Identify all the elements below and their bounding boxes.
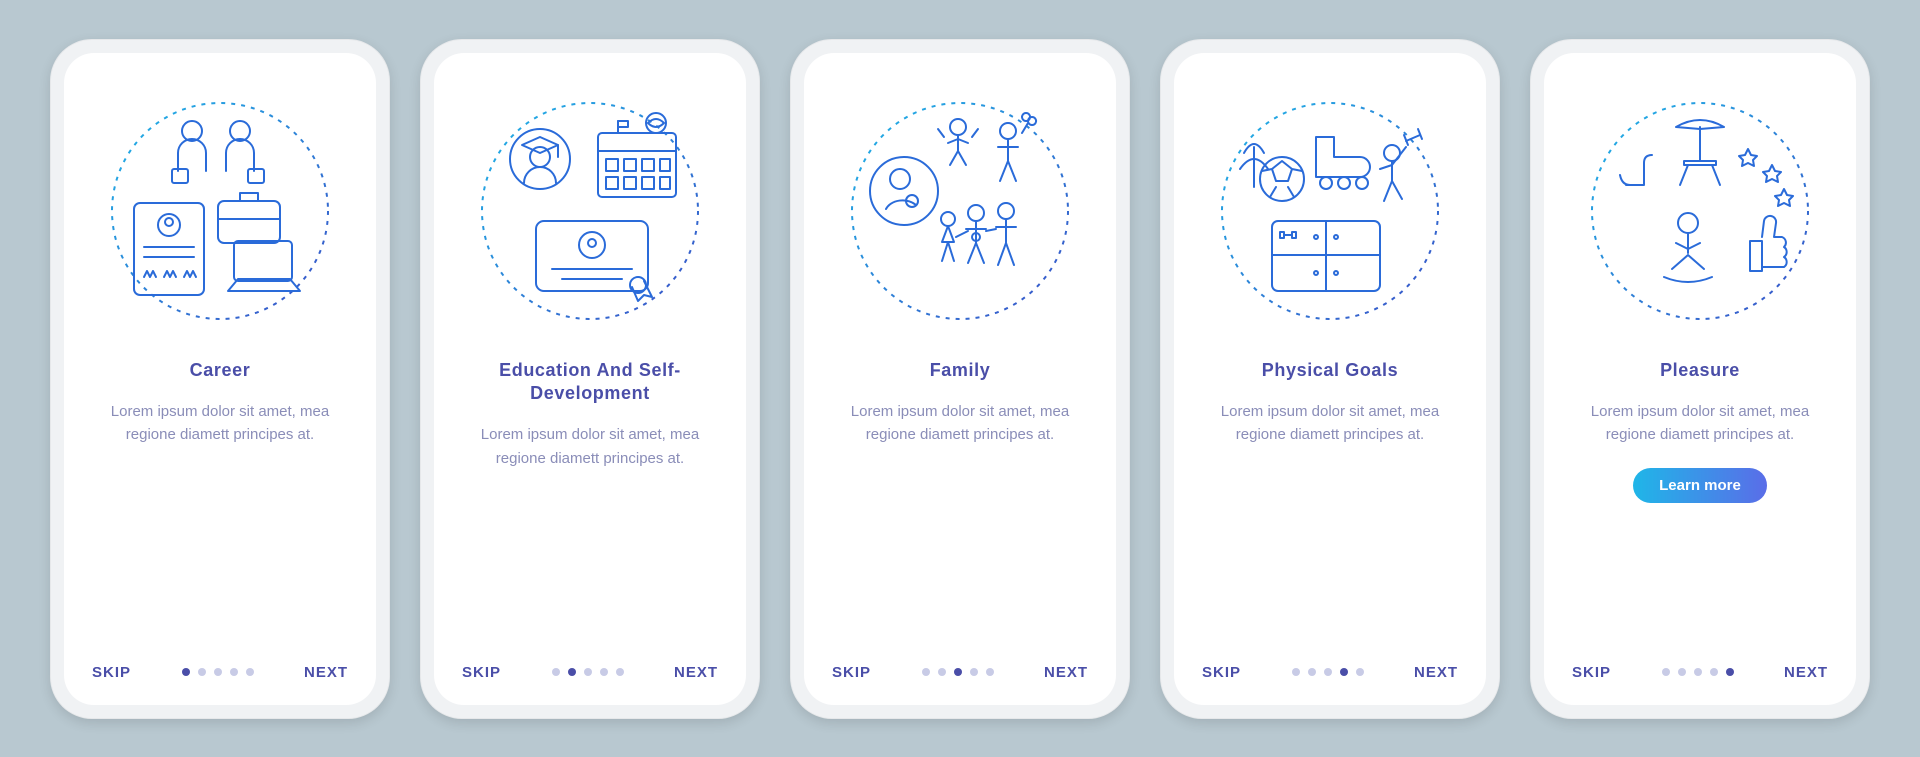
onboarding-screen: Education And Self-Development Lorem ips… <box>434 53 746 705</box>
onboarding-screen: Physical Goals Lorem ipsum dolor sit ame… <box>1174 53 1486 705</box>
learn-more-button[interactable]: Learn more <box>1633 468 1767 503</box>
dot <box>922 668 930 676</box>
screen-description: Lorem ipsum dolor sit amet, mea regione … <box>90 400 350 447</box>
onboarding-footer: SKIP NEXT <box>1174 664 1486 681</box>
page-indicator <box>182 668 254 676</box>
dot <box>1340 668 1348 676</box>
dot <box>616 668 624 676</box>
dot <box>182 668 190 676</box>
screen-title: Career <box>190 359 251 382</box>
career-icon <box>100 91 340 331</box>
next-button[interactable]: NEXT <box>1414 664 1458 681</box>
dot <box>938 668 946 676</box>
screen-description: Lorem ipsum dolor sit amet, mea regione … <box>1200 400 1460 447</box>
dot <box>1324 668 1332 676</box>
onboarding-footer: SKIP NEXT <box>434 664 746 681</box>
page-indicator <box>552 668 624 676</box>
phone-mockup-fitness: Physical Goals Lorem ipsum dolor sit ame… <box>1160 39 1500 719</box>
skip-button[interactable]: SKIP <box>1202 664 1241 681</box>
dot <box>970 668 978 676</box>
pleasure-icon <box>1580 91 1820 331</box>
dot <box>1356 668 1364 676</box>
onboarding-screen: Pleasure Lorem ipsum dolor sit amet, mea… <box>1544 53 1856 705</box>
dot <box>986 668 994 676</box>
dot <box>552 668 560 676</box>
dot <box>1710 668 1718 676</box>
screen-title: Pleasure <box>1660 359 1740 382</box>
education-icon <box>470 91 710 331</box>
screen-description: Lorem ipsum dolor sit amet, mea regione … <box>1570 400 1830 447</box>
dot <box>246 668 254 676</box>
dot <box>198 668 206 676</box>
dot <box>954 668 962 676</box>
screen-title: Education And Self-Development <box>458 359 722 406</box>
phone-mockup-family: Family Lorem ipsum dolor sit amet, mea r… <box>790 39 1130 719</box>
phone-mockup-career: Career Lorem ipsum dolor sit amet, mea r… <box>50 39 390 719</box>
screen-description: Lorem ipsum dolor sit amet, mea regione … <box>460 423 720 470</box>
page-indicator <box>1662 668 1734 676</box>
onboarding-footer: SKIP NEXT <box>64 664 376 681</box>
dot <box>584 668 592 676</box>
onboarding-screen: Family Lorem ipsum dolor sit amet, mea r… <box>804 53 1116 705</box>
fitness-icon <box>1210 91 1450 331</box>
family-icon <box>840 91 1080 331</box>
dot <box>1662 668 1670 676</box>
dot <box>1678 668 1686 676</box>
next-button[interactable]: NEXT <box>674 664 718 681</box>
onboarding-screen: Career Lorem ipsum dolor sit amet, mea r… <box>64 53 376 705</box>
onboarding-footer: SKIP NEXT <box>1544 664 1856 681</box>
screen-description: Lorem ipsum dolor sit amet, mea regione … <box>830 400 1090 447</box>
dot <box>1292 668 1300 676</box>
phone-mockup-pleasure: Pleasure Lorem ipsum dolor sit amet, mea… <box>1530 39 1870 719</box>
dot <box>600 668 608 676</box>
page-indicator <box>922 668 994 676</box>
onboarding-footer: SKIP NEXT <box>804 664 1116 681</box>
dot <box>568 668 576 676</box>
next-button[interactable]: NEXT <box>1044 664 1088 681</box>
next-button[interactable]: NEXT <box>304 664 348 681</box>
dot <box>1694 668 1702 676</box>
skip-button[interactable]: SKIP <box>1572 664 1611 681</box>
skip-button[interactable]: SKIP <box>832 664 871 681</box>
dot <box>214 668 222 676</box>
page-indicator <box>1292 668 1364 676</box>
phone-mockup-education: Education And Self-Development Lorem ips… <box>420 39 760 719</box>
skip-button[interactable]: SKIP <box>462 664 501 681</box>
screen-title: Physical Goals <box>1262 359 1398 382</box>
skip-button[interactable]: SKIP <box>92 664 131 681</box>
dot <box>1726 668 1734 676</box>
dot <box>230 668 238 676</box>
next-button[interactable]: NEXT <box>1784 664 1828 681</box>
dot <box>1308 668 1316 676</box>
screen-title: Family <box>930 359 991 382</box>
